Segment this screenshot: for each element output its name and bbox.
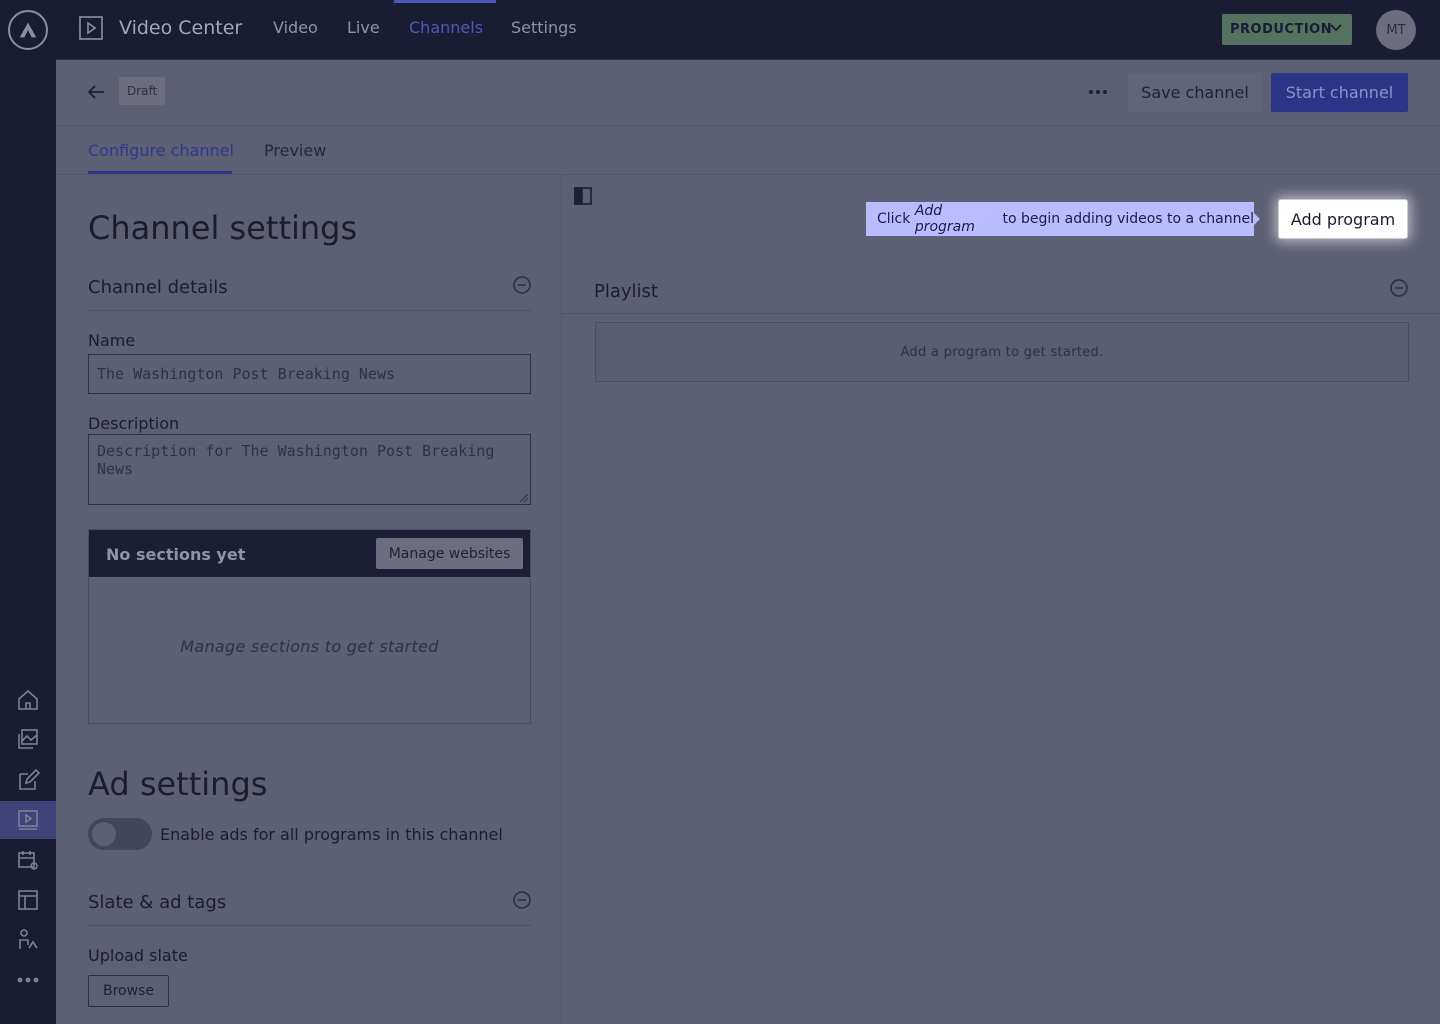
save-channel-button[interactable]: Save channel <box>1128 73 1262 112</box>
chevron-down-icon <box>1330 24 1342 32</box>
sections-empty-text: Manage sections to get started <box>180 637 439 656</box>
home-icon[interactable] <box>0 681 56 719</box>
environment-label: PRODUCTION <box>1230 22 1333 37</box>
video-center-icon <box>79 16 103 40</box>
sections-header: No sections yet Manage websites <box>89 530 530 577</box>
description-placeholder: Description for The Washington Post Brea… <box>97 442 495 478</box>
divider <box>562 313 1440 314</box>
status-badge: Draft <box>119 77 166 105</box>
avatar[interactable]: MT <box>1376 10 1416 50</box>
more-icon[interactable] <box>0 961 56 999</box>
collapse-icon[interactable] <box>512 890 532 910</box>
environment-select[interactable]: PRODUCTION <box>1222 14 1352 45</box>
browse-button[interactable]: Browse <box>88 975 169 1007</box>
manage-websites-button[interactable]: Manage websites <box>376 538 523 569</box>
channel-header: Draft Save channel Start channel <box>56 60 1440 126</box>
tooltip-emphasis: Add program <box>914 203 975 235</box>
nav-tab-channels[interactable]: Channels <box>409 18 483 37</box>
app-title: Video Center <box>119 17 243 39</box>
playlist-title: Playlist <box>594 281 658 302</box>
active-tab-indicator <box>88 171 232 174</box>
resize-grip-icon[interactable] <box>520 494 528 502</box>
photos-icon[interactable] <box>0 720 56 758</box>
collapse-icon[interactable] <box>512 275 532 295</box>
nav-tab-video[interactable]: Video <box>273 18 318 37</box>
enable-ads-label: Enable ads for all programs in this chan… <box>160 825 503 844</box>
video-icon[interactable] <box>0 801 56 839</box>
tooltip-arrow <box>1254 213 1260 225</box>
collapse-icon[interactable] <box>1389 278 1409 298</box>
table-icon[interactable] <box>0 881 56 919</box>
name-placeholder: The Washington Post Breaking News <box>97 365 396 383</box>
sections-title: No sections yet <box>106 545 246 564</box>
onboarding-tooltip: Click Add program to begin adding videos… <box>866 202 1254 236</box>
divider <box>88 310 531 311</box>
toggle-knob <box>92 822 116 846</box>
divider <box>88 925 531 926</box>
tooltip-prefix: Click <box>877 211 915 227</box>
top-bar: Video Center Video Live Channels Setting… <box>56 0 1440 60</box>
slate-ad-tags-title: Slate & ad tags <box>88 892 227 913</box>
left-rail <box>0 0 56 1024</box>
calendar-settings-icon[interactable] <box>0 841 56 879</box>
back-arrow-icon[interactable] <box>86 82 106 102</box>
channel-details-title: Channel details <box>88 277 228 298</box>
add-program-button[interactable]: Add program <box>1278 199 1408 239</box>
name-label: Name <box>88 331 136 350</box>
nav-tab-settings[interactable]: Settings <box>511 18 577 37</box>
tooltip-suffix: to begin adding videos to a channel <box>998 211 1255 227</box>
playlist-empty-text: Add a program to get started. <box>595 322 1409 382</box>
channel-settings-heading: Channel settings <box>88 209 358 247</box>
more-actions-icon[interactable] <box>1088 82 1108 102</box>
sections-box: No sections yet Manage websites Manage s… <box>88 529 531 724</box>
nav-tab-live[interactable]: Live <box>347 18 380 37</box>
page-tabs: Configure channel Preview <box>56 126 1440 175</box>
upload-slate-label: Upload slate <box>88 946 188 965</box>
tab-preview[interactable]: Preview <box>264 141 326 160</box>
edit-icon[interactable] <box>0 761 56 799</box>
active-nav-indicator <box>394 0 496 3</box>
enable-ads-toggle[interactable] <box>88 818 152 850</box>
people-icon[interactable] <box>0 921 56 959</box>
name-field[interactable]: The Washington Post Breaking News <box>88 354 531 394</box>
tab-configure-channel[interactable]: Configure channel <box>88 141 234 160</box>
description-label: Description <box>88 414 180 433</box>
playlist-panel: Click Add program to begin adding videos… <box>562 175 1440 1024</box>
start-channel-button[interactable]: Start channel <box>1271 73 1408 112</box>
description-field[interactable]: Description for The Washington Post Brea… <box>88 434 531 505</box>
channel-settings-panel: Channel settings Channel details Name Th… <box>56 175 562 1024</box>
app-logo-icon[interactable] <box>8 10 48 50</box>
panel-toggle-icon[interactable] <box>573 186 593 206</box>
ad-settings-heading: Ad settings <box>88 765 268 803</box>
